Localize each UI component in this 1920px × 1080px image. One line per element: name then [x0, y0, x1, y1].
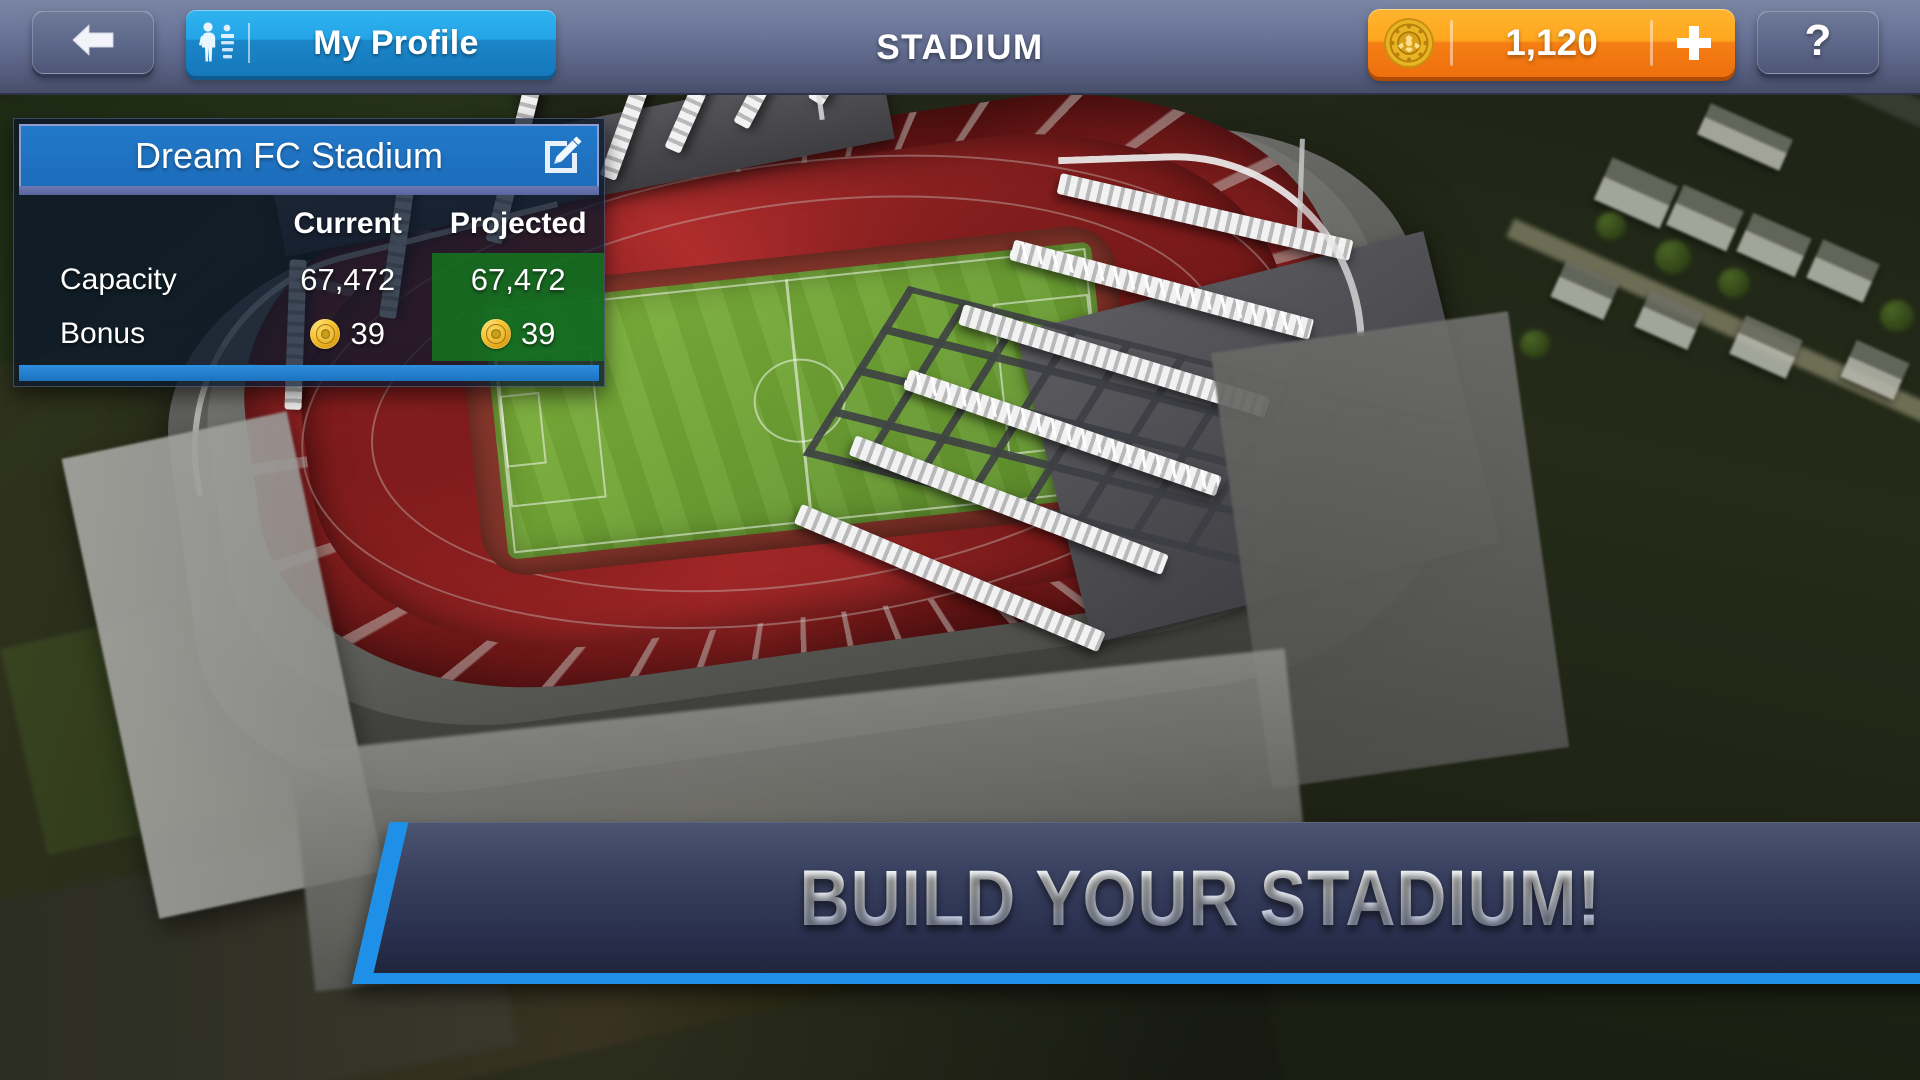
capacity-current: 67,472 — [300, 262, 396, 297]
tree — [1655, 240, 1691, 274]
bonus-projected: 39 — [432, 307, 604, 361]
arrow-left-icon — [70, 23, 116, 62]
edit-pencil-icon[interactable] — [527, 125, 597, 187]
build-stadium-banner[interactable]: BUILD YOUR STADIUM! — [352, 822, 1920, 984]
question-mark-icon: ? — [1804, 16, 1832, 65]
add-coins-icon[interactable] — [1653, 22, 1735, 64]
stadium-stats-panel: Dream FC Stadium Current Projected Capac… — [13, 118, 605, 387]
stats-panel-footer-bar — [19, 365, 599, 381]
stadium-name-underline — [19, 186, 599, 195]
help-button[interactable]: ? — [1757, 10, 1879, 74]
row-label-bonus: Bonus — [60, 317, 146, 350]
my-profile-button[interactable]: My Profile — [186, 10, 556, 76]
top-navigation-bar: My Profile STADIUM 1,120 ? — [0, 0, 1920, 95]
table-row: Bonus 39 39 — [14, 307, 604, 361]
stadium-name-bar: Dream FC Stadium — [19, 124, 599, 186]
gold-coin-icon — [480, 319, 511, 349]
gold-coin-icon — [310, 319, 341, 349]
tree — [1596, 212, 1626, 240]
game-screen: My Profile STADIUM 1,120 ? Dream FC Stad… — [0, 0, 1920, 1080]
tree — [1520, 330, 1550, 358]
bonus-current-value: 39 — [350, 316, 385, 351]
row-label-capacity: Capacity — [60, 263, 177, 296]
column-header-projected: Projected — [449, 207, 587, 240]
stadium-stats-table: Current Projected Capacity 67,472 67,472… — [14, 195, 604, 361]
table-header-row: Current Projected — [14, 195, 604, 253]
column-header-blank — [14, 195, 263, 253]
capacity-projected: 67,472 — [432, 253, 604, 307]
table-row: Capacity 67,472 67,472 — [14, 253, 604, 307]
player-stats-icon — [186, 21, 248, 65]
bonus-projected-value: 39 — [520, 316, 556, 351]
my-profile-label: My Profile — [313, 23, 479, 62]
gold-coin-icon — [1368, 16, 1450, 70]
column-header-current: Current — [293, 207, 402, 240]
stadium-name-label: Dream FC Stadium — [134, 135, 444, 176]
back-button[interactable] — [32, 10, 154, 74]
build-stadium-label: BUILD YOUR STADIUM! — [782, 852, 1602, 944]
tree — [1880, 300, 1914, 332]
coin-balance-button[interactable]: 1,120 — [1368, 9, 1735, 77]
tree — [1718, 268, 1750, 298]
bonus-current: 39 — [263, 307, 432, 361]
coin-amount: 1,120 — [1505, 22, 1598, 63]
